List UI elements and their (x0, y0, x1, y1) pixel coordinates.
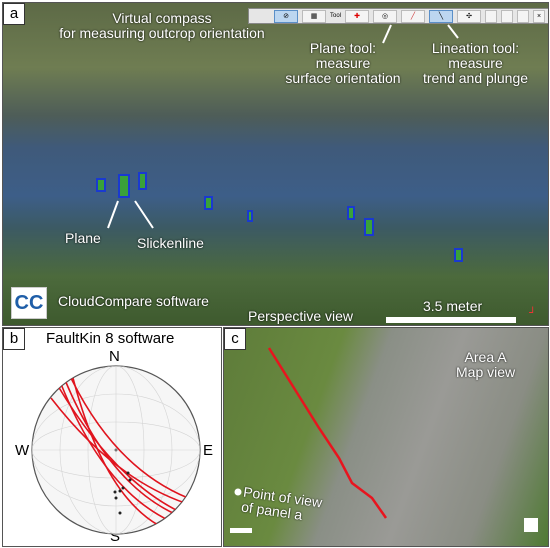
cloudcompare-logo: CC (11, 287, 47, 319)
plane-marker (347, 206, 355, 220)
plane-label: Plane (65, 230, 101, 246)
plane-marker (96, 178, 106, 192)
point-of-view-marker (234, 488, 242, 496)
center-point (114, 448, 118, 452)
map-scale-bar (230, 528, 252, 533)
slickenline-label: Slickenline (137, 235, 204, 251)
view-label: Perspective view (248, 308, 354, 324)
panel-a-overlay (96, 24, 463, 262)
scale-label: 3.5 meter (423, 298, 483, 314)
slickenline-arrow (134, 200, 154, 229)
panel-c-map-view: c Area A Map view Point of view of panel… (223, 327, 549, 547)
axis-triad-icon: ⅃ (529, 305, 535, 315)
plane-marker (204, 196, 213, 210)
plane-marker (364, 218, 374, 236)
plane-marker (247, 210, 253, 222)
scale-bar (386, 317, 516, 323)
stereonet (31, 365, 201, 535)
area-label: Area A Map view (456, 349, 516, 380)
north-arrow-icon (524, 518, 538, 532)
panel-a-perspective-view: a ⊘ ▦ Tool ✚ ◎ ╱ ╲ ✣ × Virtual compass f… (2, 2, 549, 326)
plane-arrow (107, 200, 119, 229)
plane-marker (138, 172, 147, 190)
lineation-tool-arrow (447, 24, 459, 39)
plane-marker (454, 248, 463, 262)
panel-b-stereonet: b FaultKin 8 software N S W E (2, 327, 222, 547)
plane-tool-arrow (382, 24, 392, 44)
software-label: CloudCompare software (58, 293, 209, 309)
plane-marker (118, 174, 130, 198)
